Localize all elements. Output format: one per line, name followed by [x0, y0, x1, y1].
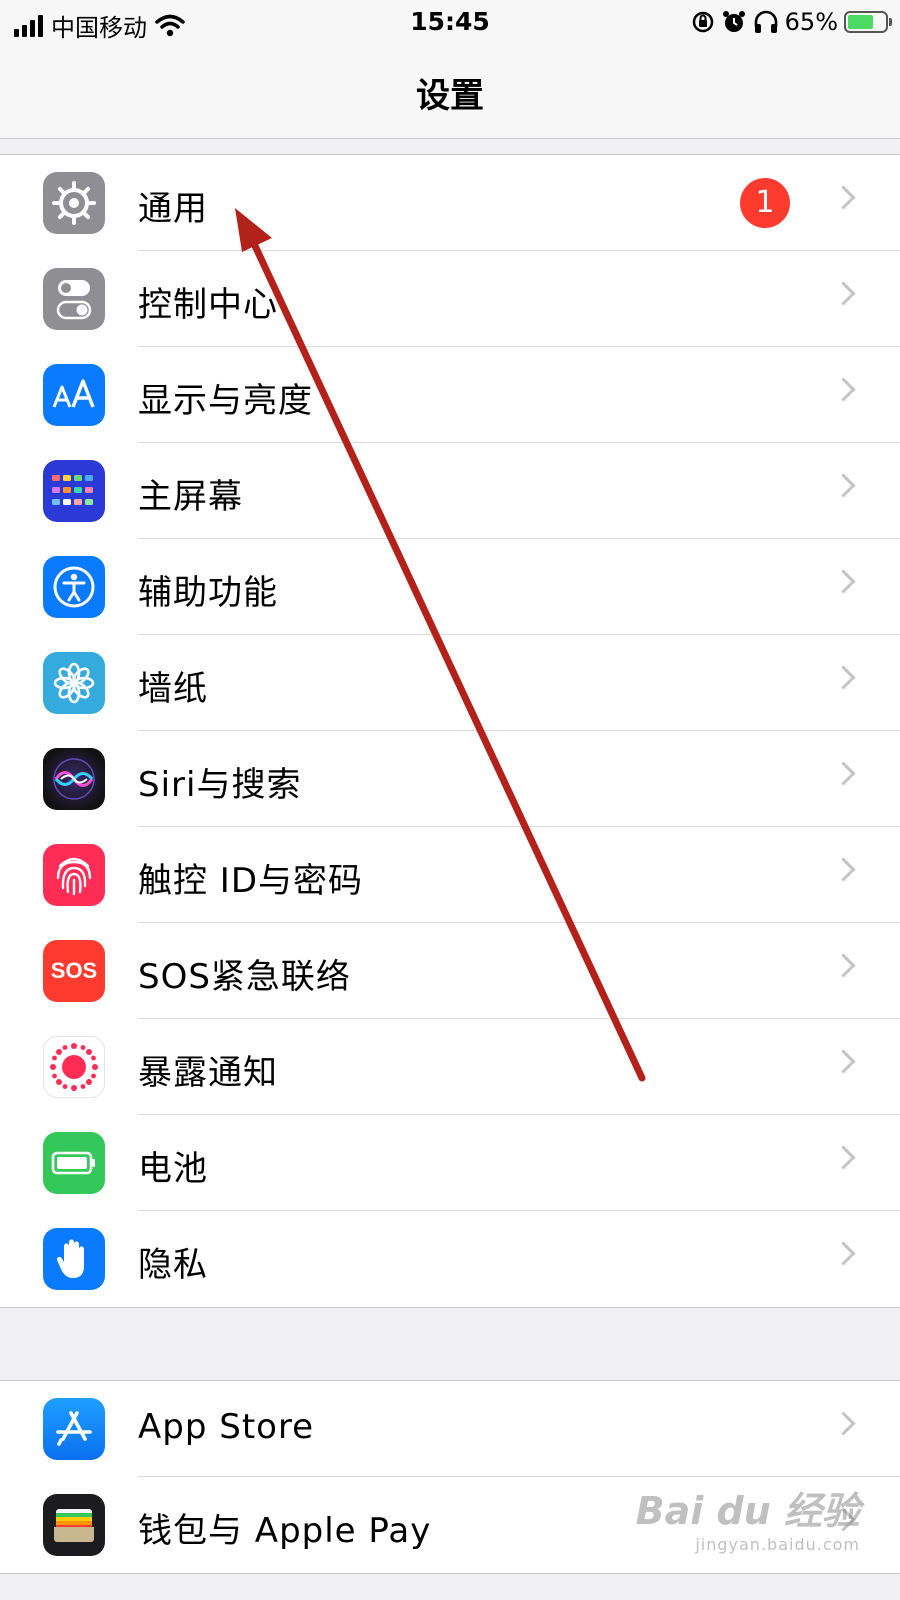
- settings-item-label: 触控 ID与密码: [138, 861, 364, 901]
- settings-group-main: 通用 1 控制中心 显示与亮度 主屏幕 辅助功能 墙纸 Siri与搜索 触控 I…: [0, 154, 900, 1308]
- settings-item-home-screen[interactable]: 主屏幕: [0, 443, 900, 539]
- settings-item-label: 主屏幕: [138, 477, 243, 517]
- settings-item-label: 隐私: [138, 1245, 208, 1285]
- alarm-icon: [722, 11, 745, 32]
- chevron-right-icon: [831, 569, 856, 594]
- status-bar: 中国移动 15:45 65%: [0, 0, 900, 46]
- settings-item-label: 暴露通知: [138, 1053, 278, 1093]
- toggles-icon: [43, 268, 105, 330]
- settings-item-label: App Store: [138, 1407, 315, 1447]
- chevron-right-icon: [831, 665, 856, 690]
- settings-item-wallpaper[interactable]: 墙纸: [0, 635, 900, 731]
- battery-charging-icon: [844, 11, 892, 33]
- app-store-icon: [43, 1398, 105, 1460]
- orientation-lock-icon: [692, 11, 713, 33]
- settings-item-emergency-sos[interactable]: SOS SOS紧急联络: [0, 923, 900, 1019]
- hand-icon: [43, 1228, 105, 1290]
- home-grid-icon: [43, 460, 105, 522]
- wallet-icon: [43, 1494, 105, 1556]
- battery-percent: 65%: [784, 8, 838, 36]
- settings-item-display-brightness[interactable]: 显示与亮度: [0, 347, 900, 443]
- chevron-right-icon: [831, 281, 856, 306]
- settings-item-battery[interactable]: 电池: [0, 1115, 900, 1211]
- sos-icon-text: SOS: [50, 958, 98, 983]
- chevron-right-icon: [831, 1241, 856, 1266]
- settings-item-exposure-notifications[interactable]: 暴露通知: [0, 1019, 900, 1115]
- watermark-logo: Bai du 经验: [635, 1489, 860, 1533]
- settings-item-label: 钱包与 Apple Pay: [138, 1511, 432, 1551]
- siri-icon: [43, 748, 105, 810]
- settings-item-label: 通用: [138, 189, 208, 229]
- fingerprint-icon: [43, 844, 105, 906]
- sos-icon: SOS: [43, 940, 105, 1002]
- settings-item-privacy[interactable]: 隐私: [0, 1211, 900, 1307]
- navigation-bar: 设置: [0, 46, 900, 139]
- chevron-right-icon: [831, 185, 856, 210]
- chevron-right-icon: [831, 473, 856, 498]
- page-title: 设置: [416, 76, 484, 116]
- watermark-url: jingyan.baidu.com: [695, 1535, 860, 1554]
- chevron-right-icon: [831, 953, 856, 978]
- chevron-right-icon: [831, 377, 856, 402]
- chevron-right-icon: [831, 1049, 856, 1074]
- settings-item-general[interactable]: 通用 1: [0, 155, 900, 251]
- text-size-icon: [43, 364, 105, 426]
- settings-item-touch-id[interactable]: 触控 ID与密码: [0, 827, 900, 923]
- status-right: 65%: [691, 8, 892, 36]
- settings-item-label: 辅助功能: [138, 573, 278, 613]
- battery-icon: [43, 1132, 105, 1194]
- chevron-right-icon: [831, 1411, 856, 1436]
- flower-icon: [43, 652, 105, 714]
- settings-item-label: 显示与亮度: [138, 381, 313, 421]
- exposure-dots-icon: [43, 1036, 105, 1098]
- settings-item-label: SOS紧急联络: [138, 957, 351, 997]
- settings-item-label: 墙纸: [138, 669, 208, 709]
- baidu-watermark: Bai du 经验 jingyan.baidu.com: [636, 1480, 860, 1554]
- accessibility-icon: [43, 556, 105, 618]
- battery-level-fill: [848, 15, 873, 29]
- chevron-right-icon: [831, 1145, 856, 1170]
- gear-icon: [43, 172, 105, 234]
- settings-item-app-store[interactable]: App Store: [0, 1381, 900, 1477]
- headphones-icon: [754, 10, 777, 33]
- settings-item-siri-search[interactable]: Siri与搜索: [0, 731, 900, 827]
- chevron-right-icon: [831, 761, 856, 786]
- settings-item-accessibility[interactable]: 辅助功能: [0, 539, 900, 635]
- settings-item-label: 控制中心: [138, 285, 278, 325]
- settings-item-control-center[interactable]: 控制中心: [0, 251, 900, 347]
- notification-badge: 1: [740, 178, 790, 228]
- chevron-right-icon: [831, 857, 856, 882]
- settings-item-label: 电池: [138, 1149, 208, 1189]
- settings-item-label: Siri与搜索: [138, 765, 302, 805]
